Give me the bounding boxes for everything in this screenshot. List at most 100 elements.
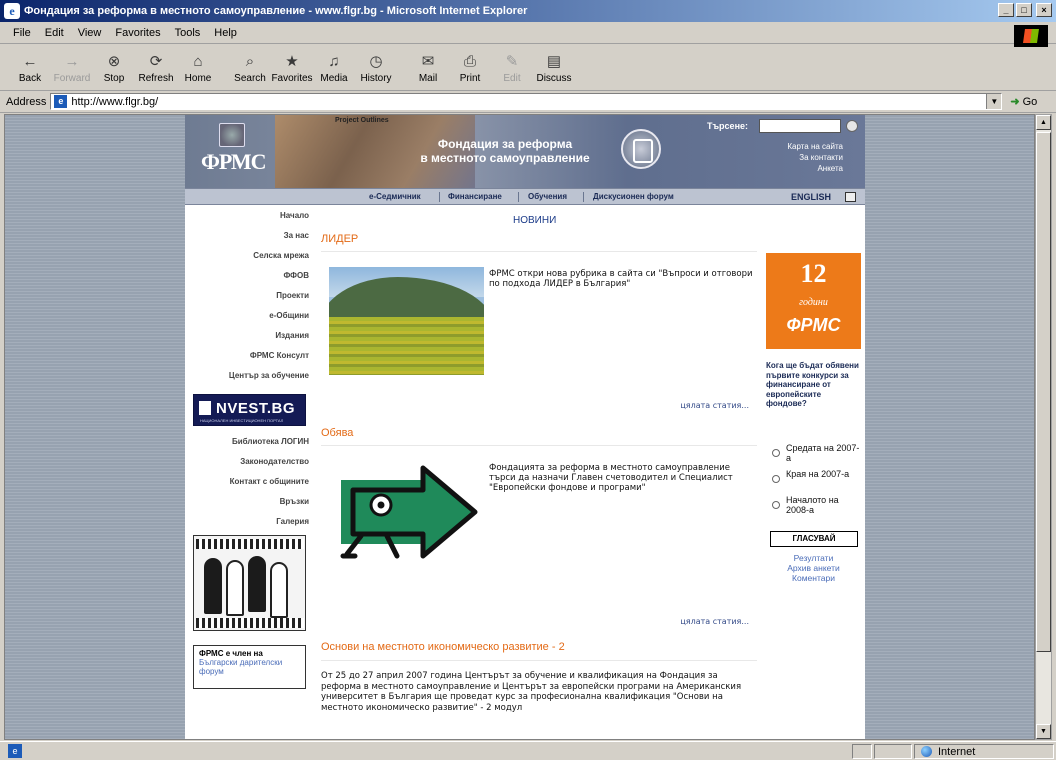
leftnav-about[interactable]: За нас <box>284 231 309 240</box>
search-icon: ⌕ <box>245 52 255 70</box>
leftnav-gallery[interactable]: Галерия <box>276 517 309 526</box>
vote-button[interactable]: ГЛАСУВАЙ <box>770 531 858 547</box>
edit-icon: ✎ <box>505 53 519 70</box>
radio-button[interactable] <box>772 501 780 509</box>
home-button[interactable]: ⌂ Home <box>178 51 218 85</box>
leftnav-projects[interactable]: Проекти <box>276 291 309 300</box>
discuss-button[interactable]: ▤ Discuss <box>534 51 574 84</box>
article-title-announcement[interactable]: Обява <box>321 427 353 439</box>
article-title-leader[interactable]: ЛИДЕР <box>321 233 358 245</box>
logo-emblem-icon <box>219 123 245 147</box>
mail-button[interactable]: ✉ Mail <box>408 51 448 84</box>
nvest-banner[interactable]: NVEST.BG НАЦИОНАЛЕН ИНВЕСТИЦИОНЕН ПОРТАЛ <box>193 394 306 426</box>
print-button[interactable]: ⎙ Print <box>450 51 490 85</box>
security-status-icon <box>874 744 912 759</box>
article-image-landscape[interactable] <box>329 267 484 375</box>
scroll-up-icon[interactable]: ▲ <box>1036 115 1051 130</box>
menu-favorites[interactable]: Favorites <box>108 27 167 39</box>
leftnav-library[interactable]: Библиотека ЛОГИН <box>232 437 309 446</box>
forward-arrow-icon: → <box>64 52 80 70</box>
nav-financing[interactable]: Финансиране <box>448 192 502 201</box>
nav-forum[interactable]: Дискусионен форум <box>593 192 674 201</box>
read-more-link-1[interactable]: цялата статия... <box>680 401 749 410</box>
site-banner: Project Outlines ФРМС Фондация за реформ… <box>185 115 865 188</box>
menu-tools[interactable]: Tools <box>168 27 208 39</box>
poll-option-2[interactable]: Края на 2007-а <box>772 469 862 483</box>
print-icon[interactable] <box>845 192 856 202</box>
leftnav-e-municipalities[interactable]: е-Общини <box>269 311 309 320</box>
address-label: Address <box>6 95 47 108</box>
leftnav-publications[interactable]: Издания <box>275 331 309 340</box>
menu-file[interactable]: File <box>6 27 38 39</box>
zone-indicator: Internet <box>914 744 1054 759</box>
survey-link[interactable]: Анкета <box>787 163 843 174</box>
favorites-button[interactable]: ★ Favorites <box>271 51 312 84</box>
menu-view[interactable]: View <box>71 27 109 39</box>
article-summary-announcement: Фондацията за реформа в местното самоупр… <box>489 463 733 493</box>
internet-globe-icon <box>921 746 932 757</box>
site-logo[interactable]: ФРМС <box>197 123 269 183</box>
poll-links: Резултати Архив анкети Коментари <box>766 553 861 583</box>
anniversary-badge[interactable]: 12 години ФРМС <box>766 253 861 349</box>
search-go-icon[interactable] <box>846 120 858 132</box>
leftnav-home[interactable]: Начало <box>280 211 309 220</box>
poll-results-link[interactable]: Резултати <box>766 553 861 563</box>
back-button[interactable]: ← Back <box>10 51 50 85</box>
site-search-input[interactable] <box>759 119 841 133</box>
nav-weekly[interactable]: е-Седмичник <box>369 192 421 201</box>
minimize-button[interactable]: _ <box>998 3 1014 17</box>
poll-option-3[interactable]: Началото на 2008-а <box>772 495 862 515</box>
address-input[interactable]: e http://www.flgr.bg/ ▼ <box>50 93 1003 110</box>
poll-archive-link[interactable]: Архив анкети <box>766 563 861 573</box>
article-image-arrow[interactable] <box>333 450 483 560</box>
leftnav-rural-network[interactable]: Селска мрежа <box>253 251 309 260</box>
nav-trainings[interactable]: Обучения <box>528 192 567 201</box>
foundation-name: Фондация за реформа в местното самоуправ… <box>420 137 590 165</box>
web-page: Project Outlines ФРМС Фондация за реформ… <box>185 115 865 739</box>
maximize-button[interactable]: □ <box>1016 3 1032 17</box>
right-column: 12 години ФРМС Кога ще бъдат обявени пър… <box>763 205 865 739</box>
vertical-scrollbar[interactable]: ▲ ▼ <box>1035 114 1052 740</box>
leftnav-training-center[interactable]: Център за обучение <box>229 371 309 380</box>
article-title-economic-development[interactable]: Основи на местното икономическо развитие… <box>321 641 565 653</box>
read-more-link-2[interactable]: цялата статия... <box>680 617 749 626</box>
left-nav: Начало За нас Селска мрежа ФФОВ Проекти … <box>185 205 315 739</box>
edit-button[interactable]: ✎ Edit <box>492 51 532 84</box>
forward-button[interactable]: → Forward <box>52 51 92 85</box>
window-title-bar: e Фондация за реформа в местното самоупр… <box>0 0 1056 22</box>
radio-button[interactable] <box>772 475 780 483</box>
sitemap-link[interactable]: Карта на сайта <box>787 141 843 152</box>
innovative-practices-banner[interactable] <box>193 535 306 631</box>
page-viewport: Project Outlines ФРМС Фондация за реформ… <box>4 114 1035 740</box>
print-icon: ⎙ <box>463 52 476 70</box>
refresh-button[interactable]: ⟳ Refresh <box>136 51 176 84</box>
leftnav-contact-municipalities[interactable]: Контакт с общините <box>230 477 309 486</box>
leftnav-legislation[interactable]: Законодателство <box>240 457 309 466</box>
contacts-link[interactable]: За контакти <box>787 152 843 163</box>
article-summary-leader: ФРМС откри нова рубрика в сайта си "Въпр… <box>489 269 753 289</box>
menu-edit[interactable]: Edit <box>38 27 71 39</box>
close-button[interactable]: × <box>1036 3 1052 17</box>
radio-button[interactable] <box>772 449 780 457</box>
page-status-icon: e <box>8 744 22 758</box>
donors-forum-link[interactable]: Български дарителски форум <box>199 658 300 676</box>
menu-help[interactable]: Help <box>207 27 244 39</box>
refresh-icon: ⟳ <box>149 53 163 70</box>
leftnav-ffov[interactable]: ФФОВ <box>283 271 309 280</box>
scroll-thumb[interactable] <box>1036 132 1051 652</box>
media-button[interactable]: ♫ Media <box>314 51 354 85</box>
go-button[interactable]: ➜ Go <box>1010 95 1037 109</box>
address-dropdown-icon[interactable]: ▼ <box>986 94 1002 109</box>
stop-button[interactable]: ⊗ Stop <box>94 51 134 84</box>
scroll-down-icon[interactable]: ▼ <box>1036 724 1051 739</box>
english-link[interactable]: ENGLISH <box>791 192 831 202</box>
leftnav-links[interactable]: Връзки <box>280 497 309 506</box>
window-title: Фондация за реформа в местното самоуправ… <box>24 5 528 17</box>
history-button[interactable]: ◷ History <box>356 51 396 84</box>
menu-bar: File Edit View Favorites Tools Help <box>0 22 1056 44</box>
poll-comments-link[interactable]: Коментари <box>766 573 861 583</box>
poll-option-1[interactable]: Средата на 2007-а <box>772 443 862 463</box>
address-bar: Address e http://www.flgr.bg/ ▼ ➜ Go <box>0 91 1056 113</box>
leftnav-consult[interactable]: ФРМС Консулт <box>250 351 309 360</box>
search-button[interactable]: ⌕ Search <box>230 51 270 85</box>
